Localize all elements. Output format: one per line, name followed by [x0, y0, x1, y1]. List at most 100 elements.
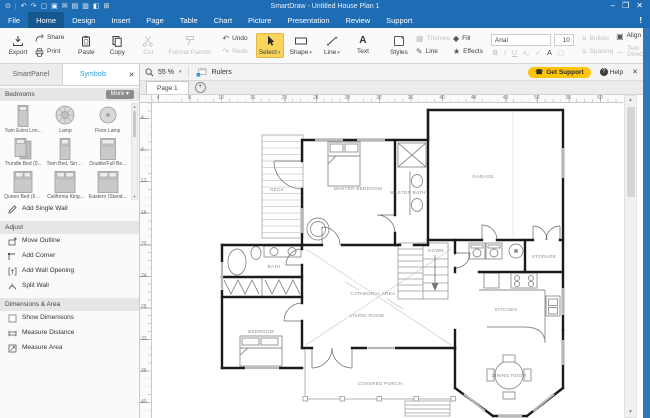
toolbar-close-icon[interactable]: ✕ — [632, 68, 638, 76]
shape-dropdown-icon[interactable]: ▾ — [309, 50, 312, 56]
effects-button[interactable]: ★ Effects — [453, 48, 483, 56]
rulers-toggle[interactable]: Rulers — [211, 69, 231, 76]
line-style-button[interactable]: ✎ Line — [416, 48, 450, 56]
export-button[interactable]: Export — [4, 33, 32, 58]
get-support-button[interactable]: ☎ Get Support — [528, 67, 591, 78]
scroll-up-icon[interactable]: ▲ — [132, 104, 137, 109]
symbol-queen-bed[interactable]: Queen Bed (60... — [2, 168, 44, 201]
subscript-button[interactable]: x₂ — [523, 50, 529, 57]
redo-icon[interactable]: ↷ — [31, 3, 37, 10]
new-document-icon[interactable]: ▢ — [40, 3, 47, 10]
menu-insert[interactable]: Insert — [103, 12, 138, 28]
scroll-down-icon[interactable]: ▼ — [132, 194, 137, 199]
menu-design[interactable]: Design — [64, 12, 103, 28]
zoom-magnifier-icon[interactable] — [145, 68, 154, 77]
add-corner-button[interactable]: Add Corner — [0, 249, 139, 264]
select-tool-button[interactable]: Select▾ — [256, 33, 284, 59]
close-button[interactable]: ✕ — [636, 2, 643, 10]
undo-button[interactable]: ↶ Undo — [222, 35, 247, 43]
symbol-eastern-king-bed[interactable]: Eastern (Stand... — [87, 168, 129, 201]
scrollbar-thumb[interactable] — [627, 107, 635, 197]
fill-button[interactable]: ◆ Fill — [453, 35, 483, 43]
options-icon[interactable]: ⊞ — [103, 3, 109, 10]
shape-tool-button[interactable]: Shape▾ — [287, 33, 315, 59]
menubar-pin-icon[interactable]: ! — [639, 12, 650, 28]
paste-button[interactable]: Paste — [72, 33, 100, 58]
more-button[interactable]: More ▾ — [106, 90, 134, 99]
bold-button[interactable]: B — [493, 50, 498, 57]
symbol-twin-bed[interactable]: Twin Bed, Singl... — [44, 135, 86, 168]
text-tool-button[interactable]: A Text — [349, 34, 377, 57]
email-icon[interactable]: ✉ — [62, 3, 68, 10]
add-single-wall-button[interactable]: Add Single Wall — [0, 202, 139, 217]
vertical-ruler: 481216202428323640 — [140, 103, 152, 418]
print-icon[interactable]: ▤ — [72, 3, 79, 10]
scroll-up-icon[interactable]: ▲ — [625, 96, 636, 105]
menu-picture[interactable]: Picture — [240, 12, 279, 28]
save-icon[interactable]: ▣ — [51, 3, 58, 10]
fill-icon: ◆ — [453, 35, 459, 43]
spacing-button[interactable]: ≡ Spacing — [582, 48, 613, 56]
copy-button[interactable]: Copy — [103, 33, 131, 58]
add-wall-opening-button[interactable]: Add Wall Opening — [0, 264, 139, 279]
format-painter-button[interactable]: Format Painter — [165, 33, 214, 58]
menu-home[interactable]: Home — [28, 12, 64, 28]
scrollbar-thumb[interactable] — [133, 111, 136, 137]
zoom-dropdown-icon[interactable]: ▾ — [179, 69, 182, 75]
show-dimensions-toggle[interactable]: Show Dimensions — [0, 311, 139, 326]
select-dropdown-icon[interactable]: ▾ — [278, 50, 281, 56]
menu-chart[interactable]: Chart — [206, 12, 240, 28]
dimensions-section-header: Dimensions & Area — [5, 301, 60, 308]
add-page-button[interactable]: + — [195, 82, 206, 93]
menu-file[interactable]: File — [0, 12, 28, 28]
menu-support[interactable]: Support — [378, 12, 420, 28]
menu-page[interactable]: Page — [138, 12, 172, 28]
menu-review[interactable]: Review — [338, 12, 379, 28]
share-button[interactable]: Share — [35, 34, 64, 43]
scroll-down-icon[interactable]: ▼ — [625, 408, 636, 417]
checkmark-button[interactable]: ✓ — [535, 49, 541, 57]
move-outline-button[interactable]: Move Outline — [0, 234, 139, 249]
font-family-select[interactable]: Arial — [491, 34, 551, 46]
menu-table[interactable]: Table — [172, 12, 206, 28]
redo-button[interactable]: ↷ Redo — [222, 48, 247, 56]
drawing-canvas[interactable]: DECK MASTER BEDROOM MASTER BATH GARAGE B… — [152, 103, 637, 418]
font-color-button[interactable]: A — [547, 50, 552, 57]
canvas-vertical-scrollbar[interactable]: ▲ ▼ — [624, 95, 637, 418]
symbol-trundle-bed[interactable]: Trundle Bed (0... — [2, 135, 44, 168]
cut-button[interactable]: Cut — [134, 33, 162, 58]
styles-button[interactable]: Styles — [385, 33, 413, 58]
panel-close-icon[interactable]: ✕ — [124, 64, 139, 85]
minimize-button[interactable]: – — [611, 2, 615, 10]
page-tab-1[interactable]: Page 1 — [146, 81, 189, 94]
maximize-button[interactable]: ❐ — [622, 2, 629, 10]
underline-button[interactable]: U — [512, 50, 517, 57]
print-button[interactable]: Print — [35, 48, 64, 57]
split-wall-button[interactable]: Split Wall — [0, 279, 139, 294]
highlight-button[interactable]: ▢ — [558, 49, 565, 57]
measure-area-button[interactable]: Measure Area — [0, 341, 139, 356]
undo-icon[interactable]: ↶ — [21, 3, 27, 10]
symbol-twin-extra-long[interactable]: Twin Extra Lon... — [2, 102, 44, 135]
tab-symbols[interactable]: Symbols — [62, 64, 125, 85]
themes-button[interactable]: ▦ Themes — [416, 35, 450, 43]
bullets-button[interactable]: ≡ Bullets — [582, 35, 613, 43]
symbol-double-full-bed[interactable]: Double/Full Be... — [87, 135, 129, 168]
line-tool-button[interactable]: Line▾ — [318, 33, 346, 59]
menu-presentation[interactable]: Presentation — [279, 12, 337, 28]
measure-distance-button[interactable]: Measure Distance — [0, 326, 139, 341]
zoom-level-select[interactable]: 55 % — [158, 69, 174, 76]
symbol-california-king-bed[interactable]: California King... — [44, 168, 86, 201]
tab-smartpanel[interactable]: SmartPanel — [0, 64, 62, 85]
symbol-floor-lamp[interactable]: Floor Lamp — [87, 102, 129, 135]
import-icon[interactable]: ◧ — [93, 3, 100, 10]
symbol-lamp[interactable]: Lamp — [44, 102, 86, 135]
line-dropdown-icon[interactable]: ▾ — [337, 50, 340, 56]
export-icon[interactable]: ▥ — [82, 3, 89, 10]
symbols-scrollbar[interactable]: ▲ ▼ — [131, 103, 138, 200]
font-size-select[interactable]: 10 — [554, 34, 574, 46]
italic-button[interactable]: I — [504, 50, 506, 57]
help-button[interactable]: ? Help — [600, 68, 623, 76]
add-corner-icon — [8, 252, 17, 261]
floorplan-drawing[interactable]: DECK MASTER BEDROOM MASTER BATH GARAGE B… — [152, 103, 623, 418]
